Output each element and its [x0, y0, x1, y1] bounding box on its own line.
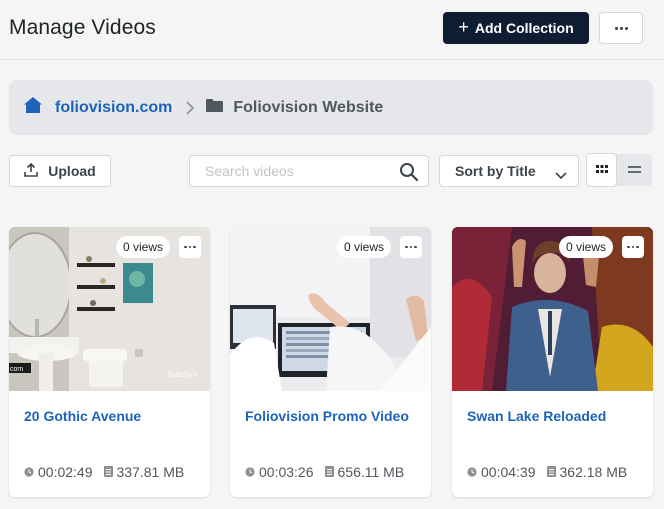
meta-duration: 00:03:26 — [245, 464, 314, 480]
views-badge: 0 views — [336, 236, 391, 258]
home-icon — [23, 96, 43, 119]
meta-duration: 00:04:39 — [467, 464, 536, 480]
video-card[interactable]: com Sotheby's 0 views 20 Gothic Avenue 0… — [9, 227, 210, 497]
views-badge: 0 views — [558, 236, 613, 258]
video-title[interactable]: Swan Lake Reloaded — [467, 408, 606, 424]
video-meta: 00:02:49 337.81 MB — [24, 464, 184, 480]
list-view-button[interactable] — [616, 154, 652, 186]
video-duration: 00:04:39 — [481, 464, 536, 480]
ellipsis-icon — [405, 245, 417, 249]
video-meta: 00:03:26 656.11 MB — [245, 464, 404, 480]
meta-size: 337.81 MB — [103, 464, 185, 480]
clock-icon — [245, 464, 255, 480]
chevron-right-icon — [186, 100, 195, 115]
card-more-button[interactable] — [179, 236, 201, 258]
upload-icon — [24, 162, 39, 180]
meta-duration: 00:02:49 — [24, 464, 93, 480]
file-size-icon — [103, 464, 113, 480]
meta-size: 362.18 MB — [546, 464, 628, 480]
video-duration: 00:03:26 — [259, 464, 314, 480]
thumbnail-corner-label: com — [10, 366, 23, 373]
video-meta: 00:04:39 362.18 MB — [467, 464, 627, 480]
sort-dropdown[interactable]: Sort by Title — [439, 155, 579, 187]
clock-icon — [467, 464, 477, 480]
clock-icon — [24, 464, 34, 480]
folder-icon — [206, 98, 224, 117]
file-size-icon — [324, 464, 334, 480]
page-header: Manage Videos + Add Collection — [0, 0, 664, 60]
sothebys-watermark: Sotheby's — [167, 370, 198, 379]
view-toggle — [586, 153, 653, 187]
list-icon — [627, 161, 641, 179]
search-box — [189, 155, 429, 187]
page-title: Manage Videos — [9, 16, 156, 39]
grid-view-button[interactable] — [586, 153, 617, 187]
chevron-down-icon — [555, 167, 567, 183]
sort-label: Sort by Title — [455, 163, 536, 179]
more-options-button[interactable] — [599, 12, 643, 44]
meta-size: 656.11 MB — [324, 464, 405, 480]
breadcrumb-folder-link[interactable]: Foliovision Website — [206, 98, 383, 117]
ellipsis-icon — [627, 245, 639, 249]
grid-icon — [595, 161, 608, 179]
video-size: 337.81 MB — [116, 464, 185, 480]
video-size: 362.18 MB — [559, 464, 628, 480]
video-title[interactable]: Foliovision Promo Video — [245, 408, 409, 424]
video-card[interactable]: 0 views Foliovision Promo Video 00:03:26… — [230, 227, 431, 497]
breadcrumb: foliovision.com Foliovision Website — [9, 80, 653, 135]
add-collection-button[interactable]: + Add Collection — [443, 12, 589, 44]
file-size-icon — [546, 464, 556, 480]
breadcrumb-home-label: foliovision.com — [55, 98, 173, 116]
card-more-button[interactable] — [400, 236, 422, 258]
views-badge: 0 views — [115, 236, 170, 258]
video-title[interactable]: 20 Gothic Avenue — [24, 408, 141, 424]
add-collection-label: Add Collection — [474, 20, 574, 36]
ellipsis-icon — [184, 245, 196, 249]
search-icon[interactable] — [399, 162, 419, 187]
upload-label: Upload — [48, 163, 96, 179]
video-size: 656.11 MB — [337, 464, 405, 480]
video-card[interactable]: 0 views Swan Lake Reloaded 00:04:39 362.… — [452, 227, 653, 497]
breadcrumb-folder-label: Foliovision Website — [233, 98, 384, 116]
search-input[interactable] — [190, 156, 395, 186]
video-duration: 00:02:49 — [38, 464, 93, 480]
breadcrumb-home-link[interactable]: foliovision.com — [23, 96, 172, 119]
card-more-button[interactable] — [622, 236, 644, 258]
plus-icon: + — [458, 17, 469, 37]
ellipsis-icon — [614, 26, 628, 30]
upload-button[interactable]: Upload — [9, 155, 111, 187]
